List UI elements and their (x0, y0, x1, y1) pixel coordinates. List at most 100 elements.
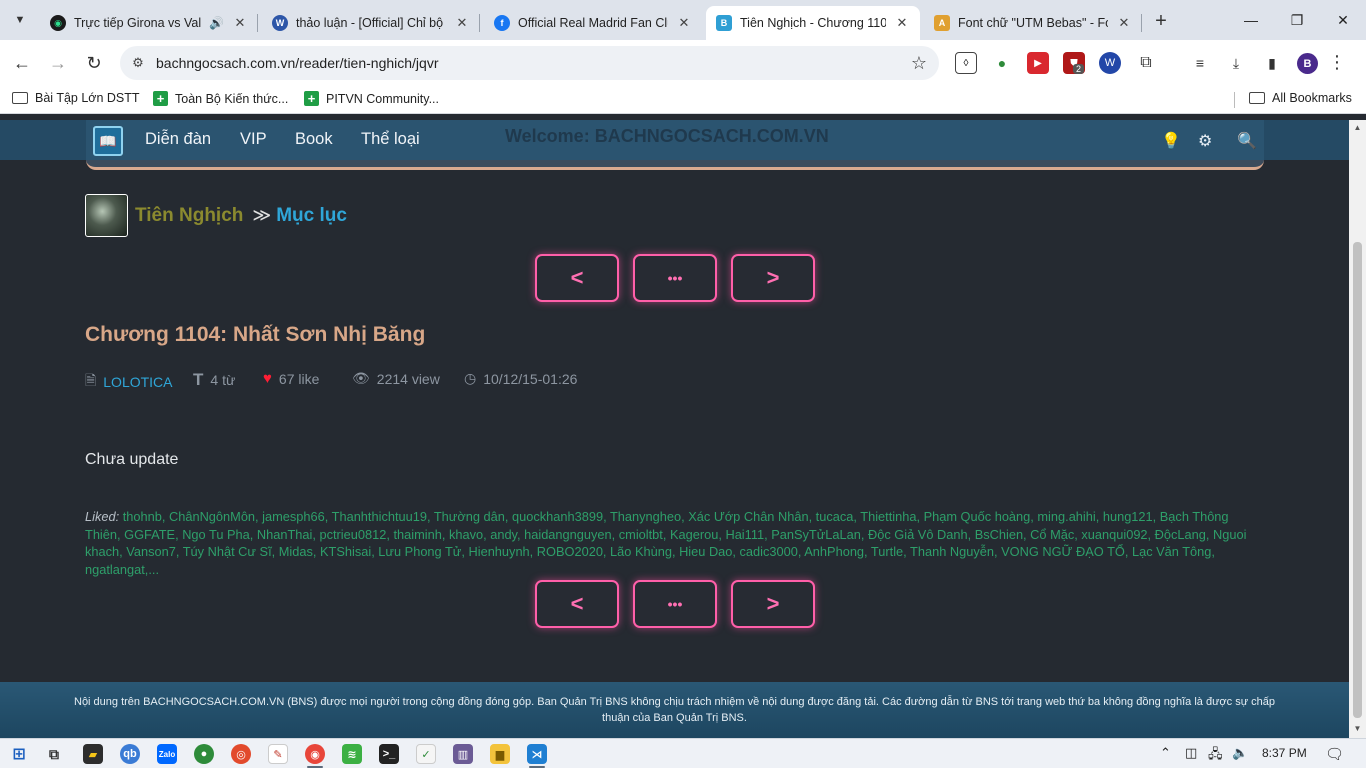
back-button[interactable]: ← (8, 49, 36, 77)
browser-tab-font[interactable]: A Font chữ "UTM Bebas" - Fo ✕ (924, 6, 1142, 40)
word-count: 4 từ (210, 372, 236, 388)
profile-avatar[interactable]: B (1297, 53, 1318, 74)
speaker-icon[interactable]: 🔊 (209, 16, 224, 30)
more-dots-icon: ••• (667, 596, 683, 612)
idm-extension-icon[interactable]: ● (991, 52, 1013, 74)
restore-button[interactable]: ❐ (1274, 0, 1320, 40)
windows-start-icon[interactable]: ⊞ (9, 744, 29, 764)
author-link[interactable]: LOLOTICA (103, 374, 172, 390)
task-view-icon[interactable]: ⧉ (44, 744, 64, 764)
tray-meet-icon[interactable]: ◫ (1185, 745, 1197, 761)
reading-list-icon[interactable]: ≡ (1189, 52, 1211, 74)
idm-icon[interactable]: ● (194, 744, 214, 764)
chevron-right-icon: > (766, 265, 780, 290)
bookmark-toan-bo-kien-thuc[interactable]: + Toàn Bộ Kiến thức... (153, 91, 288, 106)
browser-tab-forum[interactable]: W thảo luận - [Official] Chỉ bộ ✕ (262, 6, 480, 40)
chapter-pager-bottom: < ••• > (535, 580, 817, 628)
tab-separator (479, 14, 480, 32)
liked-users[interactable]: thohnb, ChânNgônMôn, jamesph66, Thanhthi… (85, 509, 1246, 577)
browser-menu-icon[interactable]: ⋮ (1328, 52, 1346, 73)
forward-button[interactable]: → (44, 49, 72, 77)
chrome-alt-icon[interactable]: ◎ (231, 744, 251, 764)
extensions-puzzle-icon[interactable]: ⧉ (1135, 52, 1157, 74)
browser-tab-tien-nghich[interactable]: B Tiên Nghịch - Chương 1104: ✕ (706, 6, 920, 40)
notes-app-icon[interactable]: ▰ (83, 744, 103, 764)
next-chapter-button[interactable]: > (731, 254, 815, 302)
breadcrumb-book-link[interactable]: Tiên Nghịch (135, 205, 243, 227)
prev-chapter-button[interactable]: < (535, 254, 619, 302)
site-info-icon[interactable]: ⚙ (120, 55, 156, 71)
url-text[interactable]: bachngocsach.com.vn/reader/tien-nghich/j… (156, 55, 899, 71)
minimize-icon: — (1244, 12, 1258, 28)
bookmark-label: All Bookmarks (1272, 91, 1352, 105)
nav-vip[interactable]: VIP (240, 130, 267, 149)
bookmarks-bar: Bài Tập Lớn DSTT + Toàn Bộ Kiến thức... … (0, 86, 1366, 114)
books-app-icon[interactable]: ▥ (453, 744, 473, 764)
vscode-icon[interactable]: ⋊ (527, 744, 547, 764)
reload-button[interactable]: ↻ (80, 49, 108, 77)
scroll-up-icon[interactable]: ▲ (1349, 123, 1366, 132)
close-tab-icon[interactable]: ✕ (1116, 15, 1132, 31)
layers-app-icon[interactable]: ≋ (342, 744, 362, 764)
file-explorer-icon[interactable]: ▆ (490, 744, 510, 764)
bookmark-label: PITVN Community... (326, 91, 439, 106)
bookmark-pitvn[interactable]: + PITVN Community... (304, 91, 439, 106)
video-extension-icon[interactable]: ▶ (1027, 52, 1049, 74)
close-tab-icon[interactable]: ✕ (454, 15, 470, 31)
scrollbar-thumb[interactable] (1353, 242, 1362, 718)
close-tab-icon[interactable]: ✕ (894, 15, 910, 31)
tray-volume-icon[interactable]: 🔈 (1232, 745, 1248, 761)
site-logo-icon[interactable]: 📖 (93, 126, 123, 156)
qbittorrent-icon[interactable]: qb (120, 744, 140, 764)
meta-likes[interactable]: ♥ 67 like (263, 370, 319, 387)
scroll-down-icon[interactable]: ▼ (1349, 724, 1366, 733)
search-icon[interactable]: 🔍 (1237, 131, 1257, 151)
minimize-button[interactable]: — (1228, 0, 1274, 40)
bookmark-bai-tap-lon[interactable]: Bài Tập Lớn DSTT (12, 91, 140, 105)
tray-chevron-up-icon[interactable]: ⌃ (1160, 745, 1171, 761)
notification-center-icon[interactable]: 🗨 (1325, 745, 1344, 763)
browser-tab-girona[interactable]: ◉ Trực tiếp Girona vs Valer 🔊 ✕ (40, 6, 258, 40)
wordpress-extension-icon[interactable]: W (1099, 52, 1121, 74)
chapter-content: Chưa update (85, 451, 179, 468)
nav-the-loai[interactable]: Thể loại (361, 130, 420, 149)
tray-network-icon[interactable]: 🖧 (1208, 745, 1223, 767)
restore-icon: ❐ (1290, 11, 1304, 28)
book-cover-image[interactable] (85, 194, 128, 237)
prev-chapter-button[interactable]: < (535, 580, 619, 628)
settings-gears-icon[interactable]: ⚙ (1198, 131, 1212, 151)
nav-dien-dan[interactable]: Diễn đàn (145, 130, 211, 149)
close-window-button[interactable]: ✕ (1320, 0, 1366, 40)
footer-disclaimer: Nội dung trên BACHNGOCSACH.COM.VN (BNS) … (74, 696, 1275, 724)
zalo-icon[interactable]: Zalo (157, 744, 177, 764)
windows-taskbar: ⊞ ⧉ ▰ qb Zalo ● ◎ ✎ ◉ ≋ >_ ✓ ▥ ▆ ⋊ ⌃ ◫ 🖧… (0, 738, 1366, 768)
like-count: 67 like (278, 370, 320, 387)
side-panel-icon[interactable]: ▮ (1261, 52, 1283, 74)
extension-badge: 2 (1073, 64, 1085, 74)
new-tab-button[interactable]: + (1148, 8, 1174, 34)
close-tab-icon[interactable]: ✕ (676, 15, 692, 31)
paint-app-icon[interactable]: ✎ (268, 744, 288, 764)
bitwarden-extension-icon[interactable]: ◊ (955, 52, 977, 74)
tab-search-button[interactable]: ▼ (8, 8, 32, 32)
heart-icon[interactable]: ♥ (263, 370, 272, 387)
address-bar[interactable]: ⚙ bachngocsach.com.vn/reader/tien-nghich… (120, 46, 939, 80)
next-chapter-button[interactable]: > (731, 580, 815, 628)
all-bookmarks-button[interactable]: All Bookmarks (1249, 91, 1352, 105)
bookmark-star-icon[interactable]: ☆ (899, 53, 939, 74)
download-icon[interactable]: ⤓ (1225, 52, 1247, 74)
breadcrumb-toc-link[interactable]: Mục lục (276, 205, 347, 227)
checklist-app-icon[interactable]: ✓ (416, 744, 436, 764)
chrome-icon[interactable]: ◉ (305, 744, 325, 764)
close-tab-icon[interactable]: ✕ (232, 15, 248, 31)
taskbar-clock[interactable]: 8:37 PM (1262, 746, 1307, 760)
chevron-down-icon: ▼ (14, 14, 26, 26)
nav-book[interactable]: Book (295, 130, 333, 149)
lightbulb-icon[interactable]: 💡 (1161, 131, 1181, 151)
page-scrollbar[interactable]: ▲ ▼ (1349, 120, 1366, 738)
close-icon: ✕ (1337, 11, 1349, 28)
terminal-icon[interactable]: >_ (379, 744, 399, 764)
chapter-list-button[interactable]: ••• (633, 580, 717, 628)
chapter-list-button[interactable]: ••• (633, 254, 717, 302)
browser-tab-facebook[interactable]: f Official Real Madrid Fan Clu ✕ (484, 6, 702, 40)
